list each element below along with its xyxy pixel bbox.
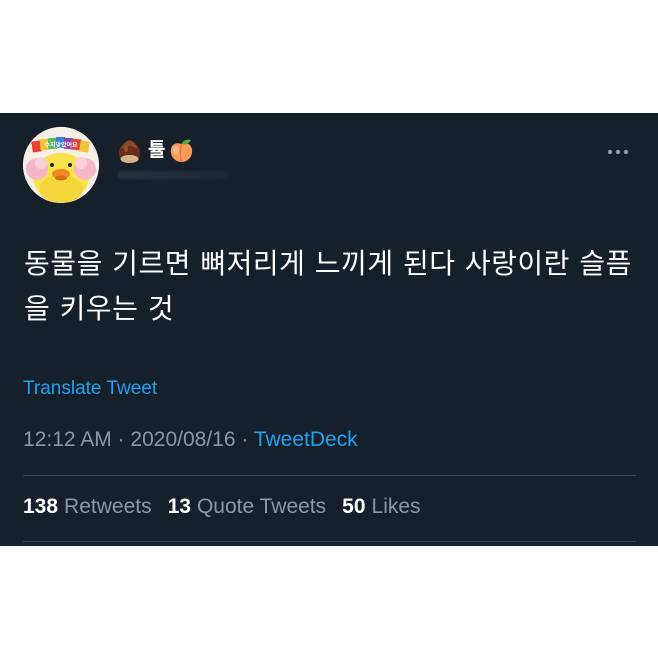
- retweets-stat[interactable]: 138 Retweets: [23, 493, 152, 521]
- avatar-headband-text: 수지맞았어요: [44, 141, 78, 149]
- tweet-time[interactable]: 12:12 AM: [23, 428, 112, 451]
- tweet-source-link[interactable]: TweetDeck: [254, 428, 358, 451]
- tweet-meta: 12:12 AM · 2020/08/16 · TweetDeck: [23, 426, 358, 454]
- chestnut-icon: [116, 137, 143, 164]
- tweet-stats: 138 Retweets 13 Quote Tweets 50 Likes: [23, 493, 437, 521]
- retweets-label: Retweets: [64, 495, 152, 518]
- translate-tweet-link[interactable]: Translate Tweet: [23, 377, 157, 401]
- quote-tweets-count: 13: [167, 495, 191, 518]
- more-horizontal-icon[interactable]: [603, 143, 633, 155]
- peach-icon: [168, 137, 195, 164]
- meta-separator: ·: [117, 428, 131, 451]
- divider: [23, 541, 636, 542]
- author-name-row[interactable]: 튤: [116, 135, 195, 165]
- likes-label: Likes: [371, 495, 421, 518]
- quote-tweets-stat[interactable]: 13 Quote Tweets: [168, 493, 327, 521]
- display-name[interactable]: 튤: [148, 135, 165, 165]
- tweet-card: 수지맞았어요 튤 동물을 기르면 뼈저리게 느끼게 된다 사랑이란 슬픔을 키우…: [0, 113, 658, 546]
- tweet-text: 동물을 기르면 뼈저리게 느끼게 된다 사랑이란 슬픔을 키우는 것: [24, 247, 632, 325]
- likes-count: 50: [342, 495, 366, 518]
- quote-tweets-label: Quote Tweets: [196, 495, 327, 518]
- divider: [23, 475, 636, 476]
- likes-stat[interactable]: 50 Likes: [342, 493, 420, 521]
- yellow-duck-avatar: 수지맞았어요: [23, 127, 99, 203]
- tweet-date[interactable]: 2020/08/16: [130, 428, 235, 451]
- username-handle[interactable]: [118, 171, 228, 179]
- avatar[interactable]: 수지맞았어요: [23, 127, 99, 203]
- meta-separator: ·: [241, 428, 254, 451]
- retweets-count: 138: [23, 495, 59, 518]
